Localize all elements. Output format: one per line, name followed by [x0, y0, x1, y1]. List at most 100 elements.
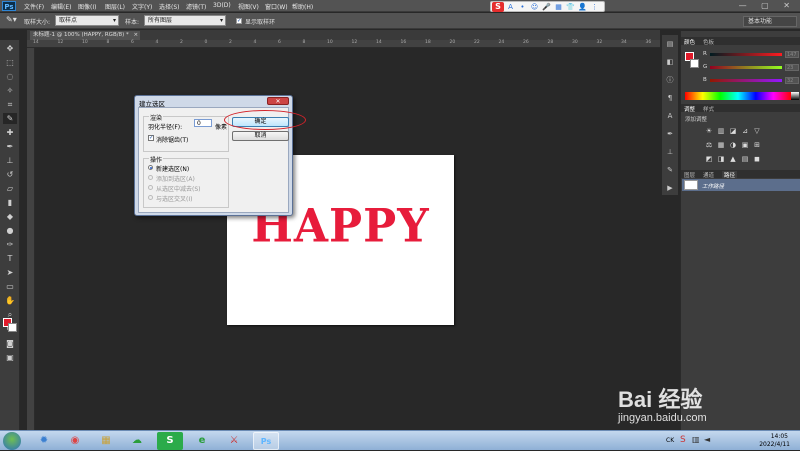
info-panel-icon[interactable]: ⓘ — [665, 75, 675, 85]
bw-adjust-icon[interactable]: ◑ — [729, 141, 737, 149]
healing-tool-icon[interactable]: ✚ — [3, 127, 17, 138]
photo-filter-adjust-icon[interactable]: ▣ — [741, 141, 749, 149]
feather-radius-input[interactable]: 0 — [194, 119, 212, 127]
taskbar-app-explorer[interactable]: ▦ — [93, 432, 119, 450]
panel-background-swatch[interactable] — [690, 59, 699, 68]
stamp-tool-icon[interactable]: ⊥ — [3, 155, 17, 166]
document-tab[interactable]: 未标题-1 @ 100% (HAPPY, RGB/8) * × — [30, 31, 140, 40]
taskbar-app-game[interactable]: ⚔ — [221, 432, 247, 450]
tray-network-icon[interactable]: ▥ — [692, 435, 700, 444]
slider-g-track[interactable] — [710, 66, 782, 69]
dodge-tool-icon[interactable]: ● — [3, 225, 17, 236]
menu-help[interactable]: 帮助(H) — [292, 2, 313, 11]
shape-tool-icon[interactable]: ▭ — [3, 281, 17, 292]
menu-image[interactable]: 图像(I) — [78, 2, 96, 11]
taskbar-app-ie[interactable]: e — [189, 432, 215, 450]
exposure-adjust-icon[interactable]: ⊿ — [741, 127, 749, 135]
slider-g-value[interactable]: 23 — [785, 64, 799, 71]
taskbar-app-wps[interactable]: S — [157, 432, 183, 450]
eraser-tool-icon[interactable]: ▱ — [3, 183, 17, 194]
menu-select[interactable]: 选择(S) — [159, 2, 180, 11]
tool-presets-icon[interactable]: ✎ — [665, 165, 675, 175]
tab-paths[interactable]: 路径 — [722, 171, 738, 179]
cancel-button[interactable]: 取消 — [232, 131, 289, 141]
tab-adjustments[interactable]: 调整 — [684, 105, 695, 113]
gradient-map-adjust-icon[interactable]: ▤ — [741, 155, 749, 163]
menu-edit[interactable]: 编辑(E) — [51, 2, 71, 11]
ime-menu-icon[interactable]: ⋮ — [590, 3, 599, 11]
history-brush-icon[interactable]: ↺ — [3, 169, 17, 180]
curves-adjust-icon[interactable]: ◪ — [729, 127, 737, 135]
ime-emoji-icon[interactable]: ☺ — [530, 3, 539, 11]
blur-tool-icon[interactable]: ◆ — [3, 211, 17, 222]
invert-adjust-icon[interactable]: ◩ — [705, 155, 713, 163]
paragraph-panel-icon[interactable]: ¶ — [665, 93, 675, 103]
hue-sat-adjust-icon[interactable]: ⚖ — [705, 141, 713, 149]
tray-volume-icon[interactable]: ◄ — [704, 435, 710, 444]
tab-swatches[interactable]: 色板 — [703, 38, 714, 46]
background-color-swatch[interactable] — [8, 323, 17, 332]
eyedropper-tool-icon[interactable]: ✎▾ — [6, 15, 17, 24]
ime-skin-icon[interactable]: 👕 — [566, 3, 575, 11]
start-button[interactable] — [3, 432, 21, 450]
eyedropper-tool-icon[interactable]: ✎ — [3, 113, 17, 124]
posterize-adjust-icon[interactable]: ◨ — [717, 155, 725, 163]
menu-type[interactable]: 文字(Y) — [132, 2, 152, 11]
channel-mixer-adjust-icon[interactable]: ⊞ — [753, 141, 761, 149]
sample-size-select[interactable]: 取样点 — [55, 15, 119, 26]
screen-mode-icon[interactable]: ▣ — [3, 352, 17, 363]
tab-layers[interactable]: 图层 — [684, 171, 695, 179]
taskbar-app-snipping[interactable]: ✹ — [31, 432, 57, 450]
menu-view[interactable]: 视图(V) — [238, 2, 259, 11]
menu-file[interactable]: 文件(F) — [24, 2, 44, 11]
tab-channels[interactable]: 通道 — [703, 171, 714, 179]
taskbar-app-chrome[interactable]: ◉ — [62, 432, 88, 450]
character-panel-icon[interactable]: A — [665, 111, 675, 121]
clock-date[interactable]: 2022/4/11 — [759, 441, 790, 448]
path-list-item[interactable]: 工作路径 — [682, 179, 800, 191]
crop-tool-icon[interactable]: ⌗ — [3, 99, 17, 110]
taskbar-app-wechat[interactable]: ☁ — [124, 432, 150, 450]
slider-r-value[interactable]: 147 — [785, 51, 799, 58]
ime-punct-icon[interactable]: • — [518, 3, 527, 11]
menu-3d[interactable]: 3D(D) — [213, 2, 231, 9]
gradient-tool-icon[interactable]: ▮ — [3, 197, 17, 208]
slider-r-track[interactable] — [710, 53, 782, 56]
hand-tool-icon[interactable]: ✋ — [3, 295, 17, 306]
sample-select[interactable]: 所有图层 — [144, 15, 226, 26]
menu-filter[interactable]: 滤镜(T) — [186, 2, 206, 11]
tray-sogou-icon[interactable]: S — [680, 435, 686, 445]
new-selection-radio[interactable] — [148, 165, 153, 170]
history-panel-icon[interactable]: ▤ — [665, 39, 675, 49]
ime-lang-icon[interactable]: A — [506, 3, 515, 11]
taskbar-app-photoshop[interactable]: Ps — [253, 432, 279, 450]
lasso-tool-icon[interactable]: ◌ — [3, 71, 17, 82]
show-ring-checkbox[interactable]: ✓ — [236, 18, 242, 24]
tab-color[interactable]: 颜色 — [684, 38, 695, 46]
tray-lang[interactable]: CK — [666, 437, 674, 444]
workspace-select[interactable]: 基本功能 — [743, 16, 797, 27]
levels-adjust-icon[interactable]: ▥ — [717, 127, 725, 135]
quick-mask-icon[interactable]: ◙ — [3, 338, 17, 349]
tab-styles[interactable]: 样式 — [703, 105, 714, 113]
pen-tool-icon[interactable]: ✑ — [3, 239, 17, 250]
color-spectrum-bar[interactable] — [685, 92, 791, 100]
ime-user-icon[interactable]: 👤 — [578, 3, 587, 11]
brush-panel-icon[interactable]: ✒ — [665, 129, 675, 139]
anti-alias-checkbox[interactable]: ✓ — [148, 135, 154, 141]
menu-layer[interactable]: 图层(L) — [105, 2, 125, 11]
clock-time[interactable]: 14:05 — [771, 433, 788, 440]
properties-panel-icon[interactable]: ◧ — [665, 57, 675, 67]
vibrance-adjust-icon[interactable]: ▽ — [753, 127, 761, 135]
slider-b-track[interactable] — [710, 79, 782, 82]
clone-source-icon[interactable]: ⊥ — [665, 147, 675, 157]
type-tool-icon[interactable]: T — [3, 253, 17, 264]
window-controls[interactable]: — ▢ ✕ — [739, 1, 796, 10]
actions-panel-icon[interactable]: ▶ — [665, 183, 675, 193]
threshold-adjust-icon[interactable]: ▲ — [729, 155, 737, 163]
ime-keyboard-icon[interactable]: ▦ — [554, 3, 563, 11]
color-bw-bar[interactable] — [791, 92, 799, 100]
dialog-close-icon[interactable]: ✕ — [267, 97, 289, 105]
ime-voice-icon[interactable]: 🎤 — [542, 3, 551, 11]
menu-window[interactable]: 窗口(W) — [265, 2, 288, 11]
